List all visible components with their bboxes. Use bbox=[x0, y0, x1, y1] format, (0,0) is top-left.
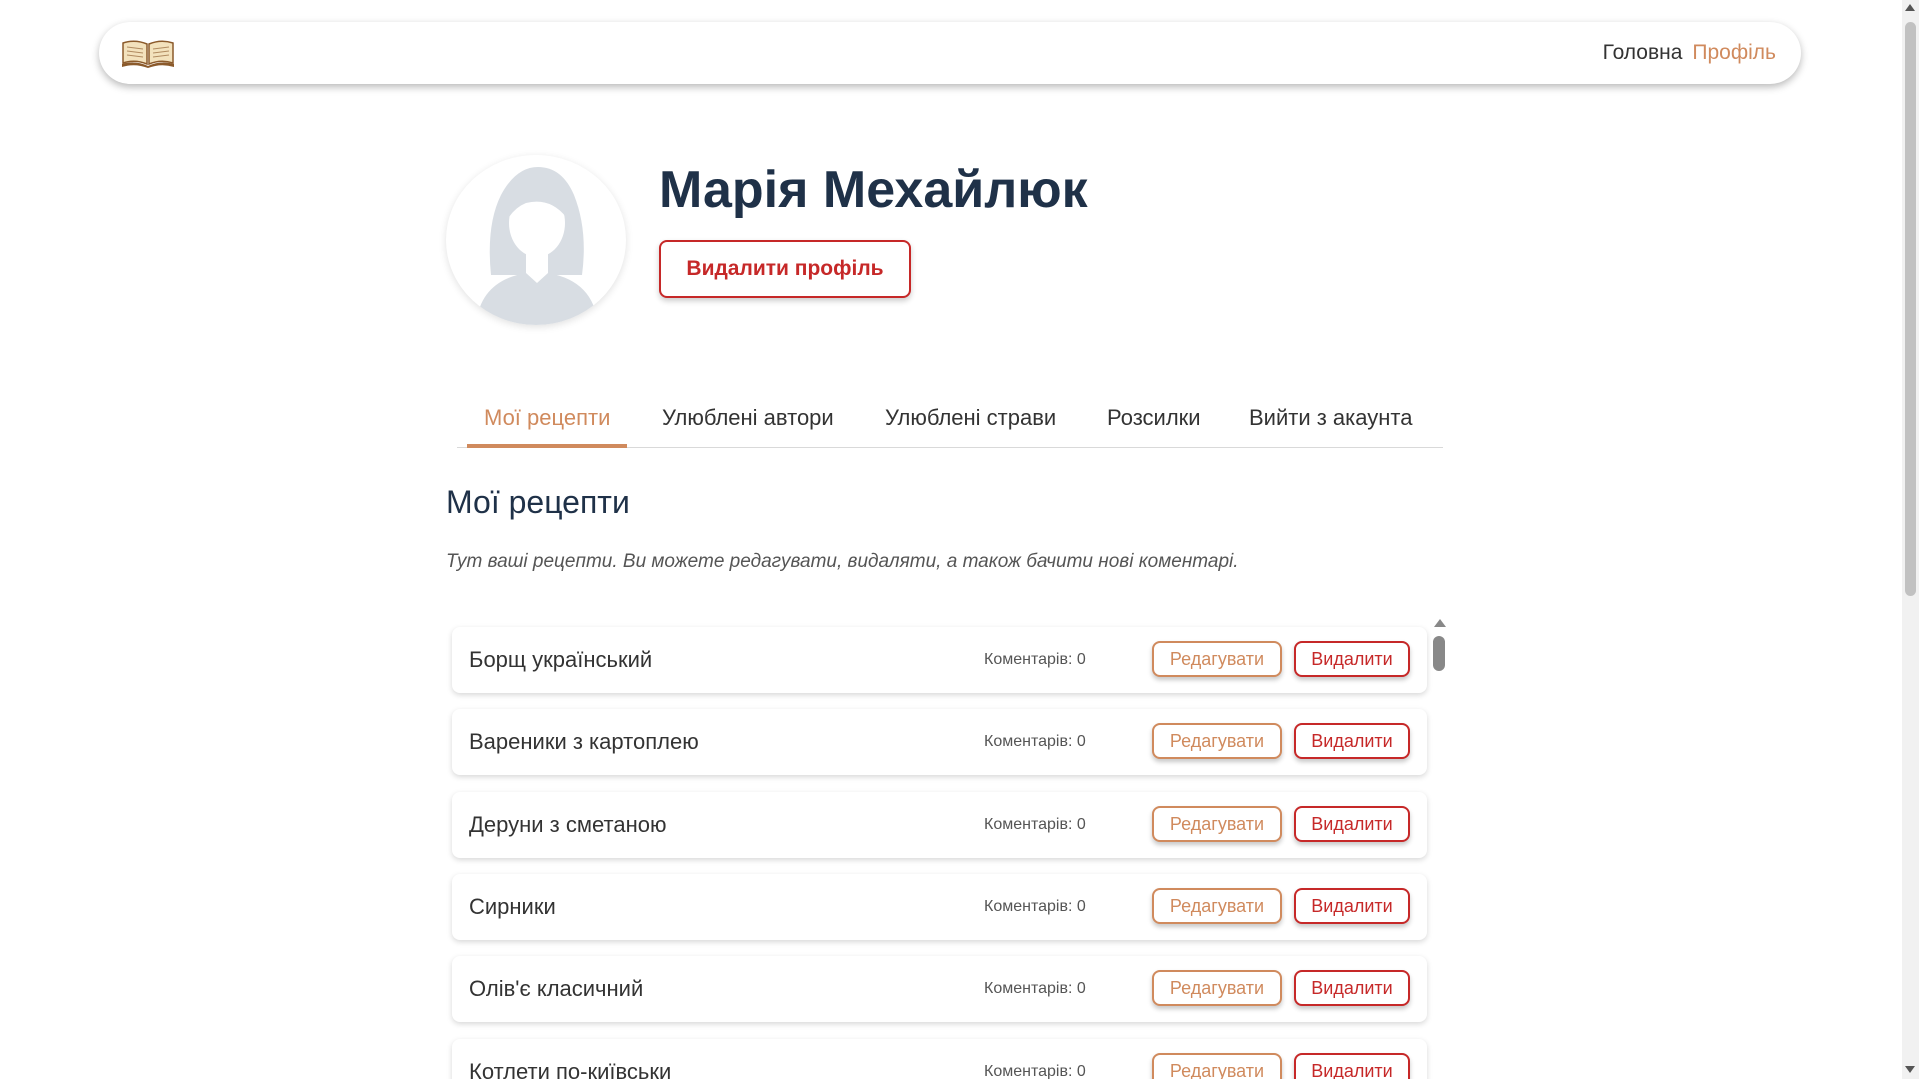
tab-favorite-authors[interactable]: Улюблені автори bbox=[662, 397, 834, 448]
recipe-comment-count: Коментарів: 0 bbox=[984, 1063, 1086, 1079]
delete-recipe-button[interactable]: Видалити bbox=[1294, 970, 1410, 1006]
recipe-title: Сирники bbox=[469, 894, 556, 919]
recipe-row: Сирники Коментарів: 0 Редагувати Видалит… bbox=[452, 874, 1427, 940]
recipe-comment-count: Коментарів: 0 bbox=[984, 816, 1086, 833]
nav-link-profile[interactable]: Профіль bbox=[1692, 41, 1776, 65]
scroll-down-arrow-icon[interactable] bbox=[1905, 1066, 1915, 1073]
tab-favorite-dishes[interactable]: Улюблені страви bbox=[885, 397, 1056, 448]
profile-tabs: Мої рецепти Улюблені автори Улюблені стр… bbox=[457, 397, 1443, 448]
delete-recipe-button[interactable]: Видалити bbox=[1294, 1053, 1410, 1079]
user-silhouette-icon bbox=[451, 155, 621, 325]
delete-recipe-button[interactable]: Видалити bbox=[1294, 806, 1410, 842]
recipe-row: Вареники з картоплею Коментарів: 0 Редаг… bbox=[452, 709, 1427, 775]
section-title: Мої рецепти bbox=[446, 484, 630, 520]
open-book-icon[interactable] bbox=[121, 37, 175, 69]
nav-link-home[interactable]: Головна bbox=[1603, 41, 1683, 65]
recipe-title: Деруни з сметаною bbox=[469, 812, 667, 837]
page-scrollbar[interactable] bbox=[1902, 0, 1919, 1079]
tab-newsletters[interactable]: Розсилки bbox=[1107, 397, 1201, 448]
recipe-list-scrollbar[interactable] bbox=[1431, 619, 1447, 1079]
avatar bbox=[446, 155, 626, 325]
recipe-row: Олів'є класичний Коментарів: 0 Редагуват… bbox=[452, 956, 1427, 1022]
tab-logout[interactable]: Вийти з акаунта bbox=[1249, 397, 1412, 448]
delete-recipe-button[interactable]: Видалити bbox=[1294, 888, 1410, 924]
page-scrollbar-thumb[interactable] bbox=[1905, 22, 1916, 596]
recipe-comment-count: Коментарів: 0 bbox=[984, 733, 1086, 750]
scroll-up-arrow-icon[interactable] bbox=[1905, 4, 1915, 11]
top-navbar: Головна Профіль bbox=[99, 22, 1801, 84]
edit-recipe-button[interactable]: Редагувати bbox=[1152, 888, 1282, 924]
recipe-row: Борщ український Коментарів: 0 Редагуват… bbox=[452, 627, 1427, 693]
recipe-title: Котлети по-київськи bbox=[469, 1059, 672, 1079]
edit-recipe-button[interactable]: Редагувати bbox=[1152, 641, 1282, 677]
delete-recipe-button[interactable]: Видалити bbox=[1294, 723, 1410, 759]
page: Головна Профіль Марія Мехайлюк Видалити … bbox=[0, 0, 1919, 1079]
recipe-title: Олів'є класичний bbox=[469, 976, 644, 1001]
recipe-comment-count: Коментарів: 0 bbox=[984, 980, 1086, 997]
recipe-row: Котлети по-київськи Коментарів: 0 Редагу… bbox=[452, 1039, 1427, 1079]
edit-recipe-button[interactable]: Редагувати bbox=[1152, 806, 1282, 842]
delete-recipe-button[interactable]: Видалити bbox=[1294, 641, 1410, 677]
recipe-comment-count: Коментарів: 0 bbox=[984, 898, 1086, 915]
profile-name: Марія Мехайлюк bbox=[659, 161, 1088, 219]
recipe-list[interactable]: Борщ український Коментарів: 0 Редагуват… bbox=[446, 619, 1447, 1079]
recipe-row: Деруни з сметаною Коментарів: 0 Редагува… bbox=[452, 792, 1427, 858]
nav-links: Головна Профіль bbox=[1603, 41, 1776, 65]
edit-recipe-button[interactable]: Редагувати bbox=[1152, 970, 1282, 1006]
edit-recipe-button[interactable]: Редагувати bbox=[1152, 1053, 1282, 1079]
scroll-up-arrow-icon[interactable] bbox=[1434, 619, 1446, 627]
recipe-title: Борщ український bbox=[469, 647, 653, 672]
tab-my-recipes[interactable]: Мої рецепти bbox=[467, 397, 628, 448]
recipe-comment-count: Коментарів: 0 bbox=[984, 651, 1086, 668]
edit-recipe-button[interactable]: Редагувати bbox=[1152, 723, 1282, 759]
section-description: Тут ваші рецепти. Ви можете редагувати, … bbox=[446, 551, 1239, 572]
scrollbar-thumb[interactable] bbox=[1433, 636, 1445, 671]
recipe-title: Вареники з картоплею bbox=[469, 729, 699, 754]
delete-profile-button[interactable]: Видалити профіль bbox=[659, 240, 911, 298]
